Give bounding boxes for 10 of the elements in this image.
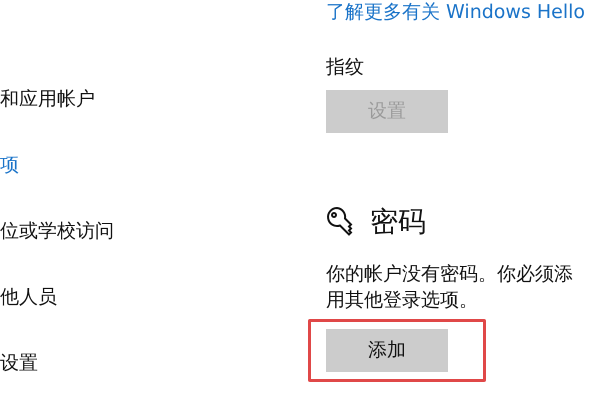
nav-item[interactable]: 设置: [0, 350, 326, 376]
nav-item[interactable]: 他人员: [0, 284, 326, 310]
setting-button[interactable]: 添加: [326, 328, 448, 372]
password-description: 你的帐户没有密码。你必须添 用其他登录选项。: [326, 262, 574, 312]
nav-item[interactable]: 项: [0, 152, 326, 178]
password-heading: 密码: [370, 204, 426, 240]
learn-more-link[interactable]: 了解更多有关 Windows Hello: [326, 1, 586, 23]
fingerprint-label: 指纹: [326, 55, 365, 80]
nav-item[interactable]: 位或学校访问: [0, 218, 326, 244]
nav-item[interactable]: 和应用帐户: [0, 86, 326, 112]
